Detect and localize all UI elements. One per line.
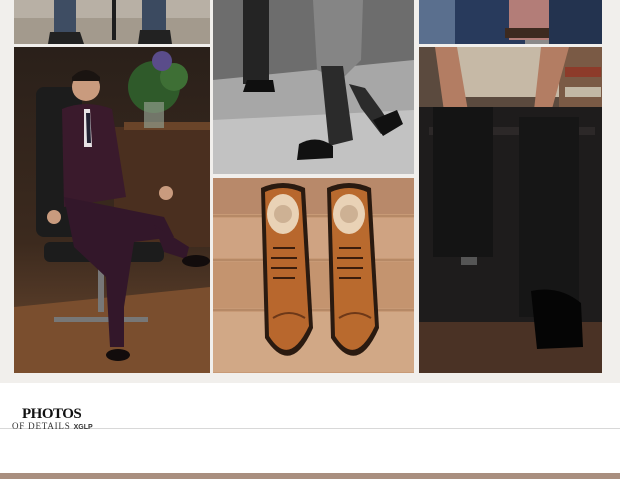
divider (0, 428, 620, 429)
black-and-white-walking-legs-photo (213, 0, 414, 174)
man-sitting-on-trunk-photo (419, 47, 602, 373)
man-in-burgundy-suit-photo (14, 47, 210, 373)
umbrella-legs-photo (14, 0, 210, 44)
wood-floor-strip (0, 473, 620, 479)
man-in-shirt-partial-photo (419, 0, 602, 44)
tan-wingtip-brogue-shoes-photo (213, 178, 414, 373)
section-subtitle: OF DETAILS XGLP (12, 421, 93, 431)
brand-label: XGLP (73, 424, 93, 431)
section-subtitle-text: OF DETAILS (12, 421, 71, 431)
